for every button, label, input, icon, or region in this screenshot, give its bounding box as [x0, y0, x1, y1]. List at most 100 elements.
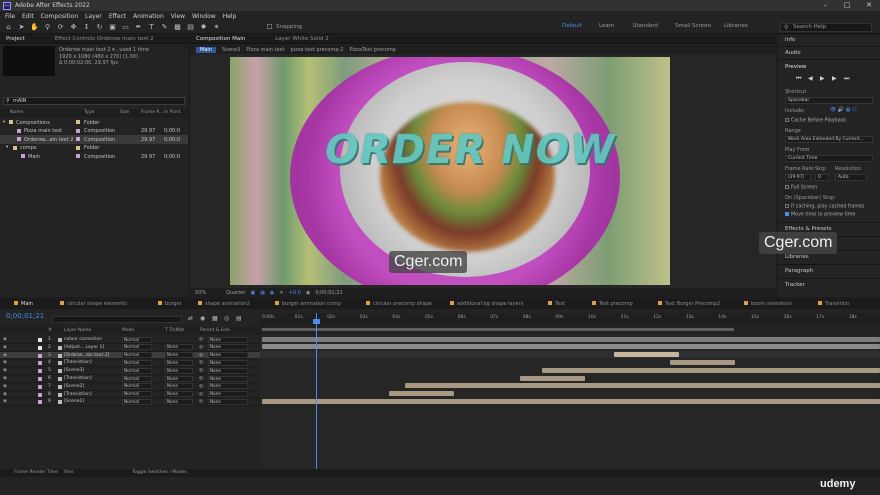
layer-parent-dropdown[interactable]: None [208, 375, 248, 382]
rectangle-tool-icon[interactable]: ▭ [121, 23, 130, 32]
parent-pickwhip-icon[interactable]: ◎ [199, 345, 203, 350]
layer-duration-bar[interactable] [519, 375, 585, 381]
menu-file[interactable]: File [5, 13, 15, 20]
layer-mode-dropdown[interactable]: Normal [122, 344, 152, 351]
eye-icon[interactable]: ◉ [3, 376, 7, 381]
layer-duration-bar[interactable] [542, 367, 880, 373]
layer-name[interactable]: [Scene3] [64, 368, 84, 373]
timeline-tab[interactable]: circular precomp shape [366, 301, 432, 307]
clone-stamp-tool-icon[interactable]: ▩ [173, 23, 182, 32]
layer-trkmat-dropdown[interactable]: None [165, 391, 193, 398]
timeline-tab[interactable]: Main [14, 301, 33, 307]
layer-label-swatch[interactable] [38, 400, 42, 405]
parent-pickwhip-icon[interactable]: ◎ [199, 376, 203, 381]
parent-pickwhip-icon[interactable]: ◎ [199, 368, 203, 373]
comp-viewer[interactable]: ORDER NOW Cger.com [190, 54, 776, 288]
tracker-section[interactable]: Tracker [778, 282, 880, 288]
parent-pickwhip-icon[interactable]: ◎ [199, 360, 203, 365]
eye-icon[interactable]: ◉ [3, 399, 7, 404]
frame-rate-dropdown[interactable]: (29.97) [785, 174, 811, 181]
skip-dropdown[interactable]: 0 [815, 174, 829, 181]
project-item[interactable]: ▾ Compositions Folder [0, 118, 188, 127]
col-parent-link[interactable]: Parent & Link [200, 328, 230, 333]
col-name[interactable]: Name [10, 110, 23, 115]
layer-row[interactable]: ◉ 3 [Orderw...ain text 2] Normal None ◎ None [0, 351, 260, 360]
snapshot-icon[interactable]: ◉ [306, 290, 310, 296]
layer-label-swatch[interactable] [38, 392, 42, 397]
timeline-tab[interactable]: Text Burger Precomp2 [658, 301, 720, 307]
libraries-section[interactable]: Libraries [778, 254, 880, 260]
layer-mode-dropdown[interactable]: Normal [122, 398, 152, 405]
label-color-swatch[interactable] [76, 128, 80, 133]
motion-blur-icon[interactable]: ◎ [224, 315, 229, 322]
layer-duration-bar[interactable] [614, 352, 680, 358]
layer-mode-dropdown[interactable]: Normal [122, 383, 152, 390]
timeline-tab[interactable]: boom animation [744, 301, 792, 307]
layer-track[interactable] [260, 358, 880, 366]
layer-trkmat-dropdown[interactable]: None [165, 398, 193, 405]
prev-frame-icon[interactable]: ◀ [808, 75, 813, 82]
layer-track[interactable] [260, 390, 880, 398]
layer-row[interactable]: ◉ 1 colour correction Normal ◎ None [0, 336, 260, 344]
full-screen-checkbox[interactable]: Full Screen [785, 185, 817, 191]
hand-tool-icon[interactable]: ✋ [30, 23, 39, 32]
parent-pickwhip-icon[interactable]: ◎ [199, 337, 203, 342]
shortcut-dropdown[interactable]: Spacebar [785, 97, 873, 104]
twirl-icon[interactable]: ▾ [3, 120, 5, 125]
layer-name[interactable]: colour correction [64, 337, 102, 342]
pan-tool-icon[interactable]: ✥ [69, 23, 78, 32]
menu-composition[interactable]: Composition [41, 13, 78, 20]
layer-track[interactable] [260, 366, 880, 374]
layer-name[interactable]: [Scene2] [64, 384, 84, 389]
layer-tracks[interactable] [260, 335, 880, 471]
move-time-checkbox[interactable]: Move time to preview time [785, 212, 855, 218]
exposure-icon[interactable]: ☀ [279, 290, 283, 296]
layer-parent-dropdown[interactable]: None [208, 352, 248, 359]
eye-icon[interactable]: ◉ [3, 345, 7, 350]
layer-duration-bar[interactable] [262, 344, 880, 350]
project-item[interactable]: Main Composition 29.97 0;00;0 [0, 152, 188, 161]
menu-edit[interactable]: Edit [22, 13, 34, 20]
eye-icon[interactable]: ◉ [3, 360, 7, 365]
type-tool-icon[interactable]: T [147, 23, 156, 32]
breadcrumb-scene3[interactable]: Scene3 [222, 47, 240, 53]
layer-trkmat-dropdown[interactable]: None [165, 352, 193, 359]
comp-flowchart-icon[interactable]: ⇄ [188, 315, 193, 322]
tab-project[interactable]: Project [6, 36, 25, 42]
rotate-tool-icon[interactable]: ↻ [95, 23, 104, 32]
layer-row[interactable]: ◉ 8 [Transistion] Normal None ◎ None [0, 391, 260, 399]
layer-trkmat-dropdown[interactable]: None [165, 367, 193, 374]
layer-parent-dropdown[interactable]: None [208, 344, 248, 351]
preview-section[interactable]: Preview [778, 64, 880, 70]
resolution-dropdown[interactable]: Quarter [226, 290, 245, 296]
layer-name[interactable]: [Transistion] [64, 392, 92, 397]
tab-layer-white-solid[interactable]: Layer White Solid 2 [275, 36, 328, 42]
layer-label-swatch[interactable] [38, 345, 42, 350]
project-item[interactable]: Orderow...ain text 2 Composition 29.97 0;00… [0, 135, 188, 144]
layer-track[interactable] [260, 397, 880, 405]
work-area-bar[interactable] [262, 328, 734, 331]
layer-trkmat-dropdown[interactable]: None [165, 344, 193, 351]
layer-parent-dropdown[interactable]: None [208, 383, 248, 390]
layer-mode-dropdown[interactable]: Normal [122, 367, 152, 374]
close-icon[interactable]: ✕ [858, 0, 880, 11]
brush-tool-icon[interactable]: ✎ [160, 23, 169, 32]
play-icon[interactable]: ▶ [820, 75, 825, 82]
layer-trkmat-dropdown[interactable]: None [165, 375, 193, 382]
breadcrumb-pizzatext-precomp[interactable]: PizzaText precomp [350, 47, 396, 53]
layer-track[interactable] [260, 343, 880, 351]
layer-row[interactable]: ◉ 6 [Transistion] Normal None ◎ None [0, 375, 260, 383]
puppet-tool-icon[interactable]: ✴ [212, 23, 221, 32]
col-layer-name[interactable]: Layer Name [64, 328, 91, 333]
audio-section[interactable]: Audio [778, 50, 880, 56]
layer-trkmat-dropdown[interactable]: None [165, 383, 193, 390]
layer-label-swatch[interactable] [38, 384, 42, 389]
col-in-point[interactable]: In Point [164, 110, 181, 115]
help-search-input[interactable]: ⚲ Search Help [780, 23, 872, 32]
layer-name[interactable]: [Scene1] [64, 399, 84, 404]
pen-tool-icon[interactable]: ✒ [134, 23, 143, 32]
range-dropdown[interactable]: Work Area Extended By Current... [785, 136, 873, 143]
menu-animation[interactable]: Animation [133, 13, 164, 20]
workspace-standard[interactable]: Standard [633, 23, 658, 29]
layer-track[interactable] [260, 382, 880, 390]
